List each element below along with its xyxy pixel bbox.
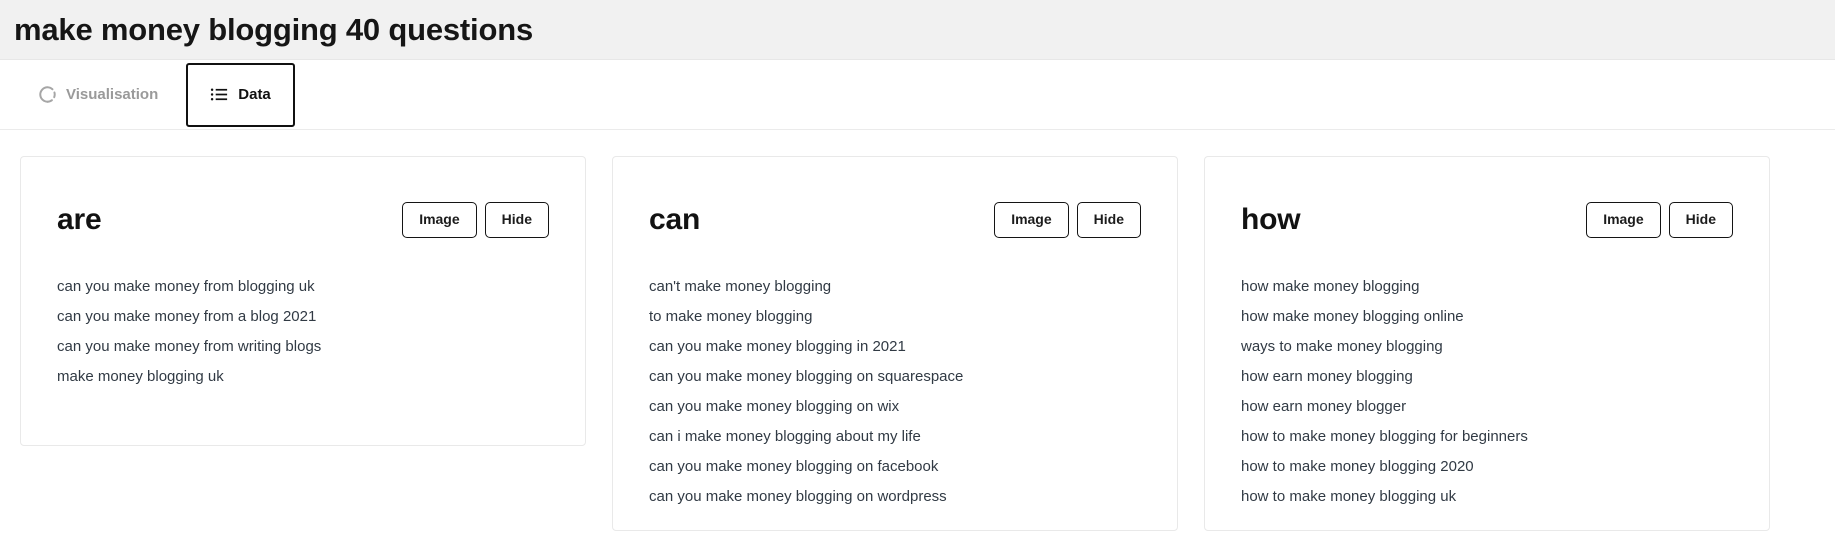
list-item[interactable]: to make money blogging — [649, 309, 1141, 339]
list-item[interactable]: how to make money blogging uk — [1241, 489, 1733, 504]
tab-visualisation[interactable]: Visualisation — [16, 60, 180, 129]
list-item[interactable]: can i make money blogging about my life — [649, 429, 1141, 459]
list-item[interactable]: how to make money blogging 2020 — [1241, 459, 1733, 489]
spinner-circle-icon — [38, 85, 57, 104]
list-item[interactable]: can you make money from a blog 2021 — [57, 309, 549, 339]
keyword-list: can you make money from blogging uk can … — [57, 279, 549, 384]
keyword-card: are Image Hide can you make money from b… — [20, 156, 586, 446]
list-item[interactable]: how make money blogging — [1241, 279, 1733, 309]
list-item[interactable]: ways to make money blogging — [1241, 339, 1733, 369]
image-button[interactable]: Image — [994, 202, 1069, 238]
list-item[interactable]: can you make money from writing blogs — [57, 339, 549, 369]
list-item[interactable]: can you make money blogging on facebook — [649, 459, 1141, 489]
list-item[interactable]: how make money blogging online — [1241, 309, 1733, 339]
list-item[interactable]: can you make money blogging in 2021 — [649, 339, 1141, 369]
card-title: are — [57, 203, 102, 236]
list-item[interactable]: how earn money blogging — [1241, 369, 1733, 399]
list-item[interactable]: make money blogging uk — [57, 369, 549, 384]
card-actions: Image Hide — [994, 202, 1141, 238]
card-header: how Image Hide — [1241, 183, 1733, 257]
image-button[interactable]: Image — [402, 202, 477, 238]
hide-button[interactable]: Hide — [484, 202, 549, 238]
tab-data[interactable]: Data — [186, 62, 295, 127]
hide-button[interactable]: Hide — [1076, 202, 1141, 238]
list-item[interactable]: can you make money blogging on wix — [649, 399, 1141, 429]
tab-bar: Visualisation Data — [0, 60, 1835, 130]
image-button[interactable]: Image — [1586, 202, 1661, 238]
list-item[interactable]: how to make money blogging for beginners — [1241, 429, 1733, 459]
tab-visualisation-label: Visualisation — [66, 86, 159, 103]
keyword-card: can Image Hide can't make money blogging… — [612, 156, 1178, 531]
keyword-card: how Image Hide how make money blogging h… — [1204, 156, 1770, 531]
card-actions: Image Hide — [402, 202, 549, 238]
page-header: make money blogging 40 questions — [0, 0, 1835, 60]
cards-board: are Image Hide can you make money from b… — [0, 130, 1835, 531]
list-item[interactable]: can you make money blogging on squarespa… — [649, 369, 1141, 399]
keyword-list: how make money blogging how make money b… — [1241, 279, 1733, 504]
list-item[interactable]: can you make money blogging on wordpress — [649, 489, 1141, 504]
list-item[interactable]: can't make money blogging — [649, 279, 1141, 309]
hide-button[interactable]: Hide — [1668, 202, 1733, 238]
tab-data-label: Data — [238, 86, 271, 103]
keyword-list: can't make money blogging to make money … — [649, 279, 1141, 504]
card-header: can Image Hide — [649, 183, 1141, 257]
card-title: can — [649, 203, 701, 236]
page-title: make money blogging 40 questions — [14, 12, 533, 47]
card-header: are Image Hide — [57, 183, 549, 257]
list-item[interactable]: can you make money from blogging uk — [57, 279, 549, 309]
card-title: how — [1241, 203, 1301, 236]
card-actions: Image Hide — [1586, 202, 1733, 238]
list-item[interactable]: how earn money blogger — [1241, 399, 1733, 429]
list-icon — [210, 85, 229, 104]
